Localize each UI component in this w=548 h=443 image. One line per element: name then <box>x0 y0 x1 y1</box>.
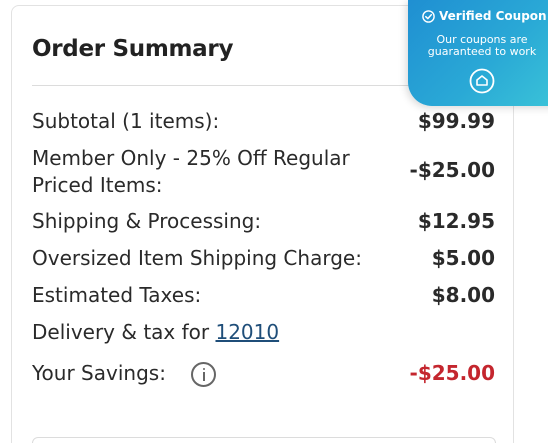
next-section-card <box>32 437 496 443</box>
delivery-tax-label: Delivery & tax for <box>32 320 216 344</box>
delivery-tax-row: Delivery & tax for 12010 <box>32 319 279 346</box>
shipping-value: $12.95 <box>417 209 495 233</box>
badge-title: Verified Coupon <box>422 9 547 23</box>
shield-icon <box>469 68 495 94</box>
oversized-shipping-label: Oversized Item Shipping Charge: <box>32 246 362 270</box>
checkout-panel: Order Summary Subtotal (1 items): $99.99… <box>0 0 548 443</box>
badge-title-text: Verified Coupon <box>439 9 547 23</box>
subtotal-value: $99.99 <box>417 109 495 133</box>
your-savings-label: Your Savings: <box>32 361 166 385</box>
estimated-taxes-label: Estimated Taxes: <box>32 283 202 307</box>
member-discount-label-line1: Member Only - 25% Off Regular <box>32 146 350 170</box>
delivery-zip-link[interactable]: 12010 <box>215 320 279 344</box>
order-summary-title: Order Summary <box>32 36 234 62</box>
member-discount-label-line2: Priced Items: <box>32 173 163 197</box>
shipping-label: Shipping & Processing: <box>32 209 262 233</box>
badge-line-2: guaranteed to work <box>427 45 537 58</box>
verified-coupon-badge: Verified Coupon Our coupons are guarante… <box>408 0 548 106</box>
check-circle-icon <box>422 10 435 23</box>
estimated-taxes-value: $8.00 <box>431 283 495 307</box>
your-savings-value: -$25.00 <box>409 361 495 385</box>
subtotal-label: Subtotal (1 items): <box>32 109 220 133</box>
info-icon[interactable] <box>191 362 216 387</box>
member-discount-value: -$25.00 <box>409 158 495 182</box>
oversized-shipping-value: $5.00 <box>431 246 495 270</box>
